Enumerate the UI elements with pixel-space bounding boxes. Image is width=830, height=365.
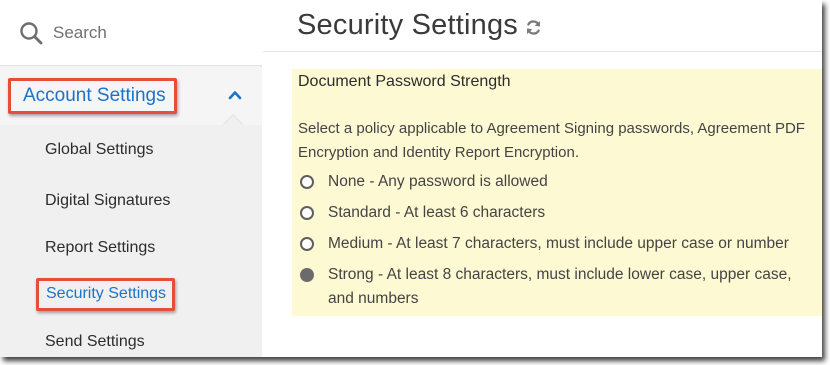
sidebar-item-digital-signatures[interactable]: Digital Signatures (45, 192, 170, 210)
radio-medium[interactable] (300, 237, 314, 251)
search-bar (0, 0, 262, 66)
option-medium[interactable]: Medium - At least 7 characters, must inc… (300, 232, 820, 256)
main-content: Security Settings Document Password Stre… (263, 0, 822, 357)
sidebar-item-global-settings[interactable]: Global Settings (45, 141, 154, 159)
option-strong-label: Strong - At least 8 characters, must inc… (328, 266, 792, 307)
radio-strong[interactable] (300, 268, 314, 282)
chevron-up-icon[interactable] (227, 87, 243, 103)
sidebar: Account Settings Global Settings Digital… (0, 0, 262, 357)
radio-standard[interactable] (300, 206, 314, 220)
option-standard-label: Standard - At least 6 characters (328, 204, 546, 221)
search-icon[interactable] (19, 21, 43, 45)
refresh-icon[interactable] (524, 18, 543, 37)
sidebar-item-report-settings[interactable]: Report Settings (45, 239, 155, 257)
option-none[interactable]: None - Any password is allowed (300, 170, 820, 194)
password-strength-panel: Document Password Strength Select a poli… (292, 69, 822, 316)
radio-none[interactable] (300, 175, 314, 189)
sidebar-item-security-settings[interactable]: Security Settings (36, 278, 176, 311)
sidebar-item-send-settings[interactable]: Send Settings (45, 333, 145, 351)
option-standard[interactable]: Standard - At least 6 characters (300, 201, 820, 225)
account-settings-submenu: Global Settings Digital Signatures Repor… (0, 114, 262, 357)
section-description: Select a policy applicable to Agreement … (298, 120, 805, 161)
option-medium-label: Medium - At least 7 characters, must inc… (328, 235, 789, 252)
option-none-label: None - Any password is allowed (328, 173, 548, 190)
search-input[interactable] (53, 22, 243, 43)
section-title: Document Password Strength (298, 73, 511, 90)
page-title: Security Settings (297, 9, 518, 41)
account-settings-row[interactable]: Account Settings (0, 67, 262, 125)
app-window: Account Settings Global Settings Digital… (0, 0, 822, 357)
option-strong[interactable]: Strong - At least 8 characters, must inc… (300, 263, 820, 311)
page-header: Security Settings (263, 0, 822, 52)
account-settings-link[interactable]: Account Settings (8, 78, 177, 114)
